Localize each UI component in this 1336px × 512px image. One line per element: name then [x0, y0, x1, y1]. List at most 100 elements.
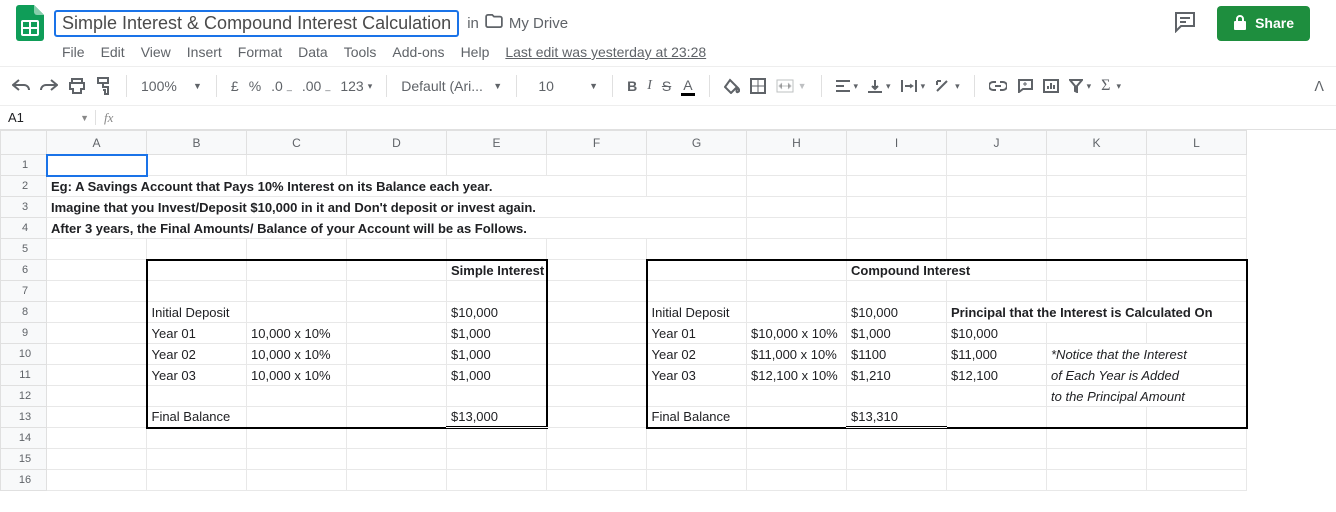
wrap-button[interactable]: ▾ — [901, 80, 926, 92]
row-header[interactable]: 2 — [1, 176, 47, 197]
row-header[interactable]: 14 — [1, 428, 47, 449]
row-header[interactable]: 9 — [1, 323, 47, 344]
cell[interactable]: Eg: A Savings Account that Pays 10% Inte… — [47, 176, 647, 197]
cell[interactable]: $10,000 — [947, 323, 1047, 344]
row-header[interactable]: 16 — [1, 470, 47, 491]
paint-format-icon[interactable] — [96, 77, 112, 95]
col-header[interactable]: J — [947, 131, 1047, 155]
col-header[interactable]: C — [247, 131, 347, 155]
comment-history-icon[interactable] — [1173, 11, 1197, 36]
col-header[interactable]: H — [747, 131, 847, 155]
sheets-logo[interactable] — [10, 3, 50, 43]
share-button[interactable]: Share — [1217, 6, 1310, 41]
cell[interactable]: Year 01 — [147, 323, 247, 344]
col-header[interactable]: D — [347, 131, 447, 155]
row-header[interactable]: 11 — [1, 365, 47, 386]
col-header[interactable]: F — [547, 131, 647, 155]
cell[interactable]: Compound Interest — [847, 260, 1047, 281]
filter-button[interactable]: ▾ — [1069, 79, 1092, 93]
col-header[interactable]: B — [147, 131, 247, 155]
doc-title-input[interactable]: Simple Interest & Compound Interest Calc… — [54, 10, 459, 37]
comment-button[interactable] — [1017, 79, 1033, 93]
folder-icon[interactable] — [485, 14, 503, 32]
cell[interactable]: $12,100 — [947, 365, 1047, 386]
valign-button[interactable]: ▾ — [868, 79, 891, 93]
text-color-button[interactable]: A — [681, 77, 694, 96]
col-header[interactable]: L — [1147, 131, 1247, 155]
percent-button[interactable]: % — [249, 78, 261, 94]
menu-file[interactable]: File — [62, 44, 85, 60]
cell[interactable]: 10,000 x 10% — [247, 365, 347, 386]
row-header[interactable]: 3 — [1, 197, 47, 218]
cell[interactable]: Final Balance — [147, 407, 247, 428]
col-header[interactable]: E — [447, 131, 547, 155]
row-header[interactable]: 7 — [1, 281, 47, 302]
borders-button[interactable] — [750, 78, 766, 94]
currency-button[interactable]: £ — [231, 78, 239, 94]
increase-decimal-button[interactable]: .00_ — [302, 78, 330, 94]
menu-data[interactable]: Data — [298, 44, 328, 60]
zoom-select[interactable]: 100%▼ — [141, 78, 202, 94]
cell[interactable]: $1,000 — [447, 323, 547, 344]
menu-edit[interactable]: Edit — [101, 44, 125, 60]
menu-tools[interactable]: Tools — [344, 44, 377, 60]
undo-icon[interactable] — [12, 79, 30, 93]
spreadsheet-grid[interactable]: A B C D E F G H I J K L 1 2 Eg: A Saving… — [0, 130, 1248, 491]
col-header[interactable]: I — [847, 131, 947, 155]
rotate-button[interactable]: ▾ — [935, 79, 960, 93]
row-header[interactable]: 5 — [1, 239, 47, 260]
cell[interactable]: $10,000 — [447, 302, 547, 323]
link-button[interactable] — [989, 81, 1007, 91]
cell[interactable]: Final Balance — [647, 407, 747, 428]
cell[interactable]: $1100 — [847, 344, 947, 365]
collapse-toolbar-icon[interactable]: ᐱ — [1314, 78, 1324, 95]
row-header[interactable]: 8 — [1, 302, 47, 323]
cell[interactable]: $1,000 — [447, 344, 547, 365]
cell[interactable]: Year 02 — [147, 344, 247, 365]
decrease-decimal-button[interactable]: .0_ — [271, 78, 292, 94]
font-size-select[interactable]: 10▼ — [531, 78, 598, 94]
cell[interactable]: Initial Deposit — [647, 302, 747, 323]
menu-addons[interactable]: Add-ons — [392, 44, 444, 60]
row-header[interactable]: 1 — [1, 155, 47, 176]
cell[interactable]: Imagine that you Invest/Deposit $10,000 … — [47, 197, 747, 218]
halign-button[interactable]: ▾ — [836, 80, 859, 92]
merge-button[interactable]: ▼ — [776, 79, 807, 93]
folder-name[interactable]: My Drive — [509, 15, 568, 32]
cell[interactable]: $13,000 — [447, 407, 547, 428]
row-header[interactable]: 15 — [1, 449, 47, 470]
menu-format[interactable]: Format — [238, 44, 282, 60]
row-header[interactable]: 4 — [1, 218, 47, 239]
italic-button[interactable]: I — [647, 78, 652, 94]
col-header[interactable]: A — [47, 131, 147, 155]
cell[interactable]: $1,000 — [447, 365, 547, 386]
menu-view[interactable]: View — [141, 44, 171, 60]
functions-button[interactable]: Σ▾ — [1101, 77, 1121, 95]
cell[interactable] — [147, 260, 247, 281]
cell[interactable]: Year 03 — [147, 365, 247, 386]
cell[interactable]: $11,000 — [947, 344, 1047, 365]
fill-color-button[interactable] — [724, 78, 740, 94]
number-format-select[interactable]: 123▾ — [340, 78, 372, 94]
cell[interactable]: $10,000 — [847, 302, 947, 323]
cell[interactable]: Simple Interest — [447, 260, 547, 281]
cell[interactable]: 10,000 x 10% — [247, 344, 347, 365]
cell[interactable]: of Each Year is Added — [1047, 365, 1247, 386]
print-icon[interactable] — [68, 78, 86, 94]
row-header[interactable]: 6 — [1, 260, 47, 281]
cell[interactable]: $10,000 x 10% — [747, 323, 847, 344]
cell[interactable]: Year 03 — [647, 365, 747, 386]
last-edit-link[interactable]: Last edit was yesterday at 23:28 — [505, 44, 706, 60]
cell[interactable]: $1,000 — [847, 323, 947, 344]
cell[interactable]: $12,100 x 10% — [747, 365, 847, 386]
cell[interactable]: $13,310 — [847, 407, 947, 428]
bold-button[interactable]: B — [627, 78, 637, 94]
cell[interactable]: to the Principal Amount — [1047, 386, 1247, 407]
cell[interactable]: *Notice that the Interest — [1047, 344, 1247, 365]
select-all-corner[interactable] — [1, 131, 47, 155]
cell[interactable]: Year 02 — [647, 344, 747, 365]
row-header[interactable]: 10 — [1, 344, 47, 365]
col-header[interactable]: G — [647, 131, 747, 155]
redo-icon[interactable] — [40, 79, 58, 93]
cell[interactable]: Initial Deposit — [147, 302, 247, 323]
